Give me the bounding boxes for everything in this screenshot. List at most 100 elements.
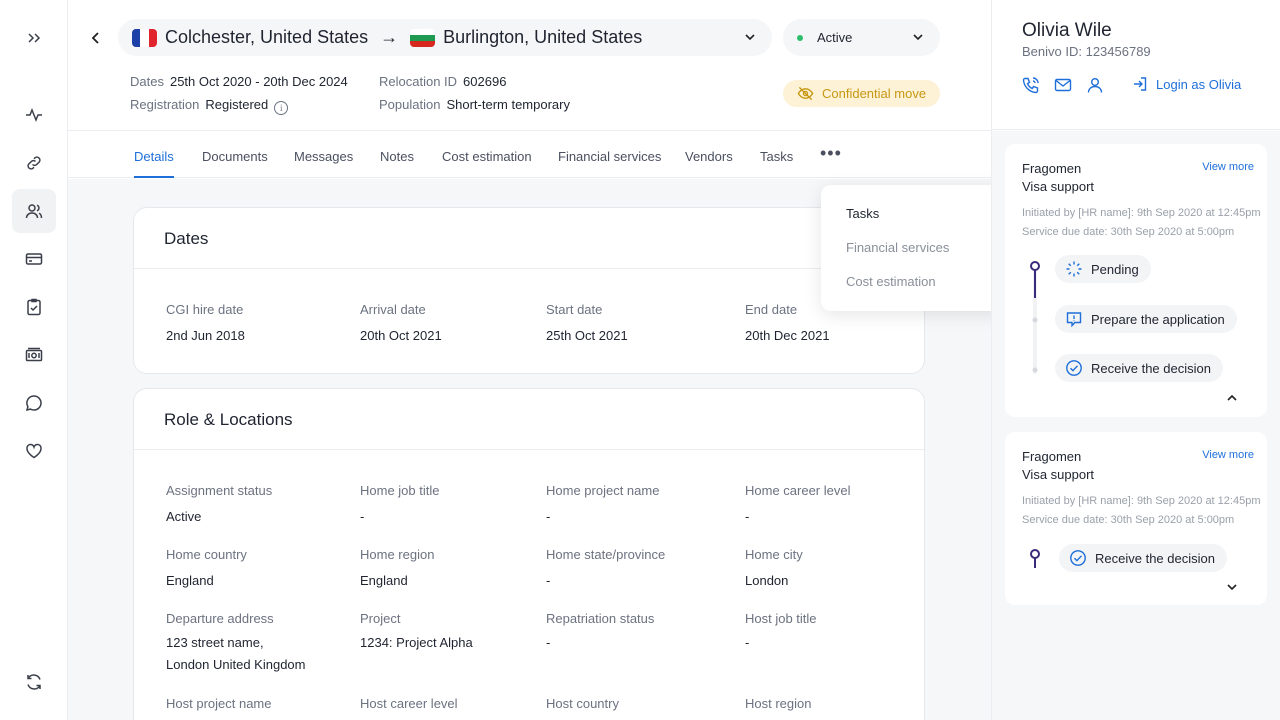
main-panel: Colchester, United States → Burlington, … xyxy=(68,0,991,720)
user-name: Olivia Wile xyxy=(1022,20,1112,41)
confidential-label: Confidential move xyxy=(822,86,927,101)
checklist-icon[interactable] xyxy=(12,285,56,329)
registration-meta: Registration Registered i xyxy=(130,97,289,115)
field-label: Host region xyxy=(745,696,812,711)
tab-tasks[interactable]: Tasks xyxy=(760,131,793,178)
left-rail xyxy=(0,0,68,720)
login-as-user-button[interactable]: Login as Olivia xyxy=(1132,76,1241,92)
user-icon[interactable] xyxy=(1086,76,1104,94)
link-icon[interactable] xyxy=(12,141,56,185)
registration-value: Registered xyxy=(205,97,269,112)
field-value: 1234: Project Alpha xyxy=(360,635,473,650)
tab-notes[interactable]: Notes xyxy=(380,131,414,178)
activity-icon[interactable] xyxy=(12,93,56,137)
tab-vendors[interactable]: Vendors xyxy=(685,131,733,178)
card-icon[interactable] xyxy=(12,237,56,281)
confidential-badge: Confidential move xyxy=(783,80,940,107)
money-icon[interactable] xyxy=(12,333,56,377)
right-panel: Olivia Wile Benivo ID: 123456789 Login a… xyxy=(991,0,1280,720)
population-value: Short-term temporary xyxy=(446,97,570,112)
chevron-up-icon[interactable] xyxy=(1225,391,1239,405)
login-label: Login as Olivia xyxy=(1156,76,1242,92)
tab-financial-services[interactable]: Financial services xyxy=(558,131,661,178)
service-vendor: Fragomen xyxy=(1022,161,1082,176)
bulgaria-flag-icon xyxy=(410,28,436,47)
field-value: London xyxy=(745,573,789,588)
field-home-state: Home state/province - xyxy=(546,547,726,592)
field-arrival-date: Arrival date 20th Oct 2021 xyxy=(360,302,540,347)
field-value-line2: London United Kingdom xyxy=(166,657,306,672)
relocation-label: Relocation ID xyxy=(379,74,458,89)
view-more-link[interactable]: View more xyxy=(1202,449,1254,461)
field-label: Home project name xyxy=(546,483,660,498)
field-cgi-hire-date: CGI hire date 2nd Jun 2018 xyxy=(166,302,346,347)
dates-meta: Dates 25th Oct 2020 - 20th Dec 2024 xyxy=(130,74,348,89)
dates-card: Dates CGI hire date 2nd Jun 2018 Arrival … xyxy=(133,207,925,374)
france-flag-icon xyxy=(132,28,157,47)
field-value: England xyxy=(166,573,214,588)
step-label: Prepare the application xyxy=(1091,311,1225,327)
field-label: Home state/province xyxy=(546,547,666,562)
service-initiated: Initiated by [HR name]: 9th Sep 2020 at … xyxy=(1022,495,1261,507)
field-value: Active xyxy=(166,509,202,524)
field-label: Repatriation status xyxy=(546,611,655,626)
field-value: England xyxy=(360,573,408,588)
field-home-career-level: Home career level - xyxy=(745,483,925,528)
step-pending: Pending xyxy=(1055,255,1151,283)
expand-icon[interactable] xyxy=(12,16,56,60)
field-repatriation-status: Repatriation status - xyxy=(546,611,726,654)
user-header: Olivia Wile Benivo ID: 123456789 Login a… xyxy=(992,0,1280,130)
tab-documents[interactable]: Documents xyxy=(202,131,268,178)
check-circle-icon xyxy=(1070,550,1086,566)
services-list: Fragomen Visa support View more Initiate… xyxy=(992,131,1280,720)
field-label: Home country xyxy=(166,547,247,562)
tab-messages[interactable]: Messages xyxy=(294,131,353,178)
field-label: Arrival date xyxy=(360,302,426,317)
login-icon xyxy=(1134,77,1147,91)
step-label: Receive the decision xyxy=(1091,360,1211,376)
phone-icon[interactable] xyxy=(1022,76,1040,94)
chevron-down-icon[interactable] xyxy=(1225,580,1239,594)
dropdown-item-tasks[interactable]: Tasks xyxy=(846,206,879,221)
field-project: Project 1234: Project Alpha xyxy=(360,611,540,654)
population-meta: Population Short-term temporary xyxy=(379,97,570,112)
service-initiated: Initiated by [HR name]: 9th Sep 2020 at … xyxy=(1022,207,1261,219)
mail-icon[interactable] xyxy=(1054,76,1072,94)
users-icon[interactable] xyxy=(12,189,56,233)
service-vendor: Fragomen xyxy=(1022,449,1082,464)
view-more-link[interactable]: View more xyxy=(1202,161,1254,173)
service-name: Visa support xyxy=(1022,467,1095,482)
field-value: 123 street name, xyxy=(166,635,264,650)
dates-label: Dates xyxy=(130,74,164,89)
refresh-icon[interactable] xyxy=(12,660,56,704)
dropdown-item-cost-estimation[interactable]: Cost estimation xyxy=(846,274,936,289)
route-selector[interactable]: Colchester, United States → Burlington, … xyxy=(118,19,772,56)
origin-city: Colchester, United States xyxy=(165,27,369,47)
service-card: Fragomen Visa support View more Initiate… xyxy=(1005,432,1267,605)
tab-details[interactable]: Details xyxy=(134,131,174,178)
back-icon[interactable] xyxy=(86,28,106,48)
field-host-project-name: Host project name xyxy=(166,696,346,711)
divider xyxy=(134,268,924,269)
step-receive-decision: Receive the decision xyxy=(1055,354,1223,382)
timeline-track xyxy=(1030,549,1040,568)
chat-icon[interactable] xyxy=(12,381,56,425)
field-value: 20th Oct 2021 xyxy=(360,328,442,343)
status-select[interactable]: Active xyxy=(783,19,940,56)
field-host-country: Host country xyxy=(546,696,726,711)
field-value: - xyxy=(360,509,365,524)
field-label: Project xyxy=(360,611,401,626)
info-icon[interactable]: i xyxy=(274,101,289,115)
user-benivo-id: Benivo ID: 123456789 xyxy=(1022,44,1151,59)
relocation-value: 602696 xyxy=(463,74,507,89)
divider xyxy=(134,449,924,450)
heart-icon[interactable] xyxy=(12,429,56,473)
step-label: Receive the decision xyxy=(1095,550,1215,566)
more-tabs-icon[interactable]: ••• xyxy=(820,144,842,162)
dropdown-item-financial-services[interactable]: Financial services xyxy=(846,240,949,255)
step-label: Pending xyxy=(1091,261,1139,277)
chevron-down-icon xyxy=(910,29,926,45)
relocation-header: Colchester, United States → Burlington, … xyxy=(68,0,991,131)
eye-off-icon xyxy=(797,86,814,101)
tab-cost-estimation[interactable]: Cost estimation xyxy=(442,131,532,178)
